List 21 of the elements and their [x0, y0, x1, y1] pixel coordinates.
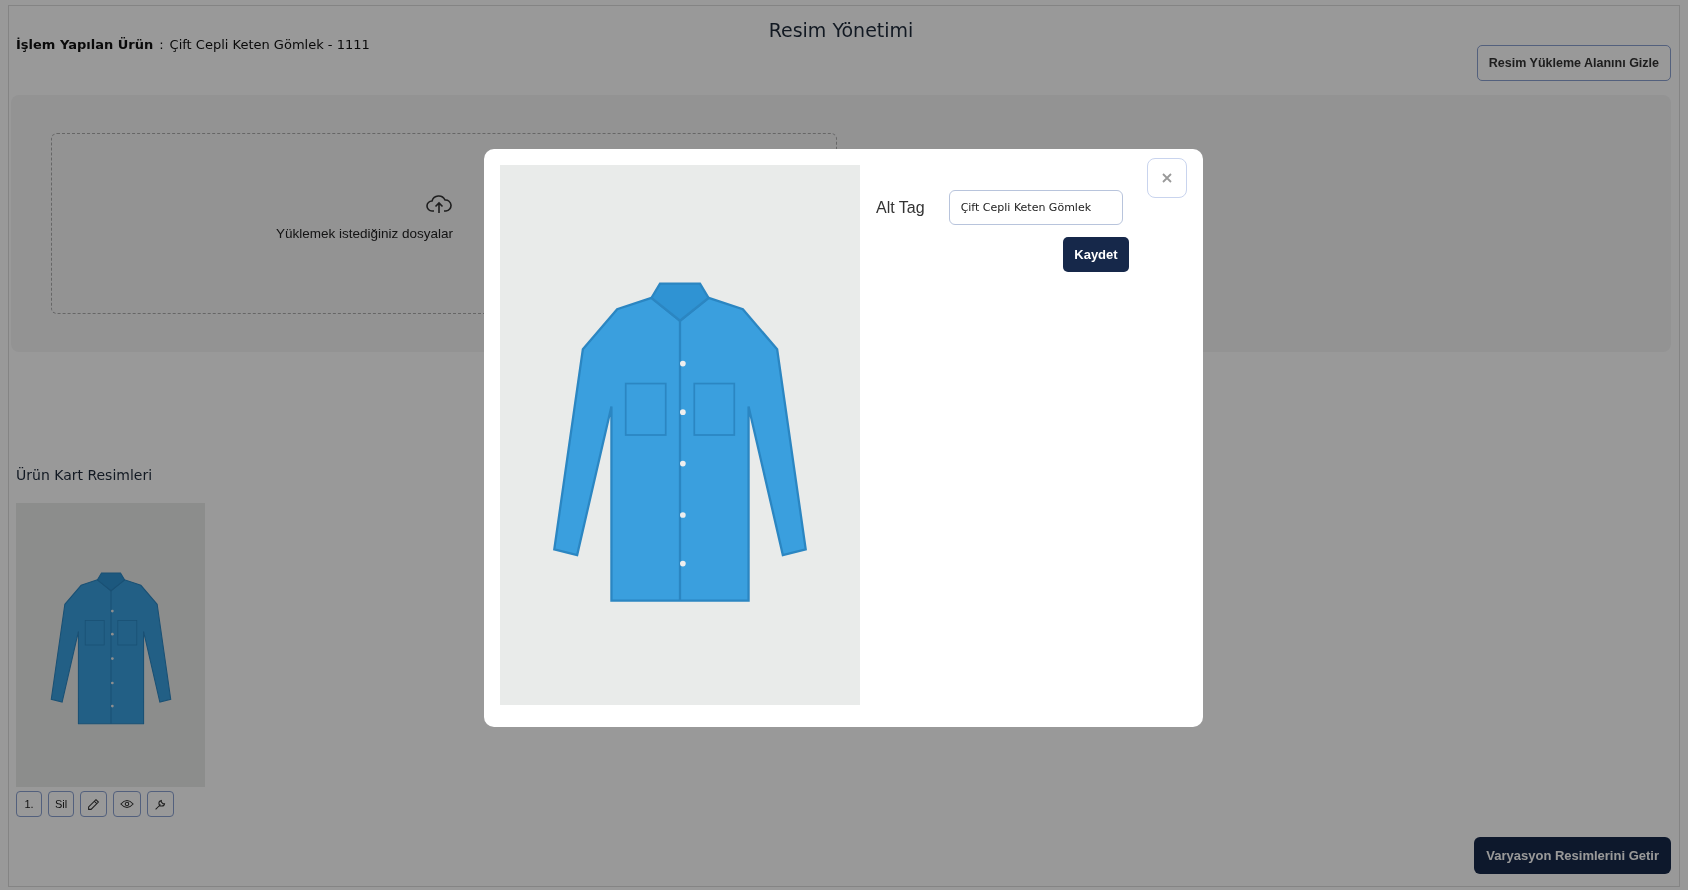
view-button[interactable] — [113, 791, 142, 817]
label-separator: : — [159, 37, 164, 52]
product-label: İşlem Yapılan Ürün — [16, 37, 154, 52]
pencil-icon — [87, 797, 101, 811]
variation-images-button[interactable]: Varyasyon Resimlerini Getir — [1474, 837, 1671, 874]
edit-button[interactable] — [80, 791, 108, 817]
settings-button[interactable] — [147, 791, 175, 817]
wrench-icon — [154, 797, 168, 811]
upload-prompt: Yüklemek istediğiniz dosyalar — [276, 226, 454, 241]
action-button[interactable]: 1. — [16, 791, 42, 817]
save-button[interactable]: Kaydet — [1063, 237, 1129, 272]
alt-tag-input[interactable]: Çift Cepli Keten Gömlek — [948, 190, 1123, 225]
hide-upload-button[interactable]: Resim Yükleme Alanını Gizle — [1476, 45, 1671, 81]
cloud-upload-icon — [426, 194, 452, 214]
field-label: Alt Tag — [876, 198, 925, 217]
product-name: Çift Cepli Keten Gömlek - 1111 — [169, 37, 370, 52]
section-title: Ürün Kart Resimleri — [16, 467, 154, 483]
eye-icon — [120, 799, 135, 809]
action-button[interactable]: Sil — [48, 791, 75, 817]
close-button[interactable] — [1147, 158, 1187, 198]
close-icon — [1162, 173, 1172, 183]
